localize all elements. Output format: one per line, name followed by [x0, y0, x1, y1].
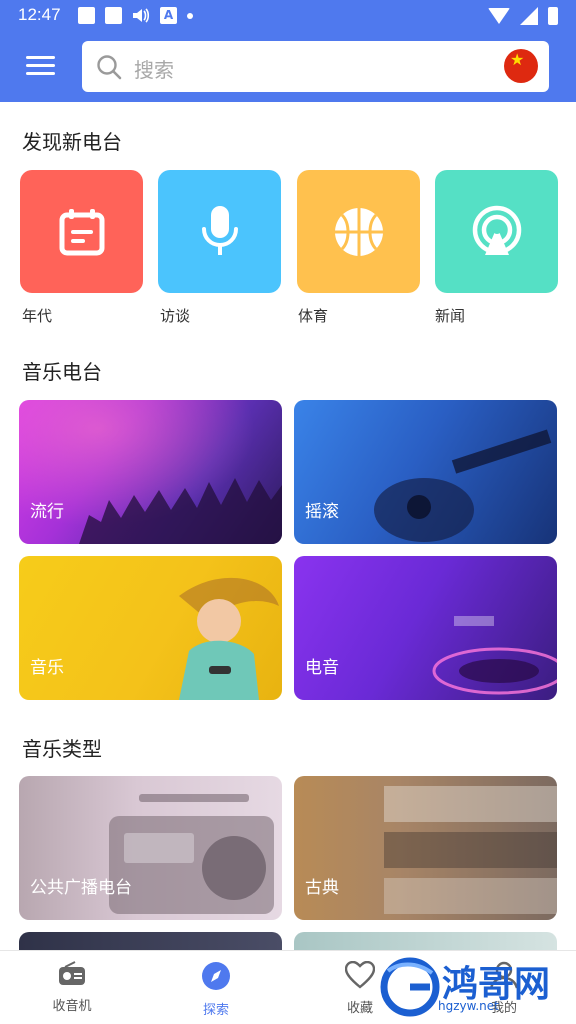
category-sports-label: 体育 — [298, 307, 329, 325]
genre-public-radio-card[interactable]: 公共广播电台 — [19, 776, 282, 920]
dj-turntable-image — [432, 616, 557, 695]
boombox-image — [109, 794, 274, 914]
category-sports[interactable] — [297, 170, 420, 293]
status-system-icons — [488, 7, 558, 25]
nav-explore-label: 探索 — [202, 1003, 229, 1018]
status-time: 12:47 — [18, 5, 61, 24]
menu-icon — [26, 56, 55, 59]
station-pop-card[interactable]: 流行 — [19, 400, 282, 544]
music-types-title: 音乐类型 — [22, 737, 102, 761]
music-radio-title: 音乐电台 — [22, 360, 102, 384]
broadcast-icon — [472, 205, 521, 255]
text-notification-icon: A — [160, 7, 177, 24]
square-notification-icon — [105, 7, 122, 24]
heart-icon — [344, 960, 376, 989]
china-flag-icon[interactable]: ★ — [504, 49, 538, 83]
genre-public-radio-label: 公共广播电台 — [30, 878, 132, 898]
guitar-image — [374, 429, 552, 542]
image-notification-icon — [78, 7, 95, 24]
basketball-icon — [334, 207, 383, 256]
category-interview-label: 访谈 — [160, 307, 191, 325]
wifi-icon — [488, 8, 510, 24]
menu-button[interactable] — [26, 54, 56, 78]
radio-icon — [59, 961, 85, 985]
watermark-url: hgzyw.net — [438, 999, 499, 1013]
microphone-icon — [201, 205, 238, 255]
volume-icon — [133, 8, 150, 23]
woman-listening-image — [179, 577, 279, 700]
nav-explore[interactable]: 探索 — [176, 961, 256, 1018]
station-rock-card[interactable]: 摇滚 — [294, 400, 557, 544]
app-header: 12:47 A 搜索 ★ — [0, 0, 576, 102]
station-electronic-card[interactable]: 电音 — [294, 556, 557, 700]
compass-icon — [202, 962, 230, 990]
station-electronic-label: 电音 — [305, 658, 339, 678]
nav-radio-label: 收音机 — [52, 999, 92, 1014]
station-rock-label: 摇滚 — [305, 502, 339, 522]
search-icon — [97, 55, 122, 80]
status-bar: 12:47 A — [0, 0, 576, 32]
watermark-logo-icon — [380, 957, 440, 1017]
station-music-card[interactable]: 音乐 — [19, 556, 282, 700]
genre-classical-label: 古典 — [305, 878, 339, 898]
signal-icon — [520, 7, 538, 25]
crowd-silhouette-image — [79, 478, 282, 544]
search-placeholder: 搜索 — [134, 58, 174, 82]
station-music-label: 音乐 — [30, 658, 64, 678]
status-notification-icons: A — [78, 7, 193, 24]
nav-radio[interactable]: 收音机 — [32, 961, 112, 1014]
category-era[interactable] — [20, 170, 143, 293]
search-bar[interactable]: 搜索 ★ — [82, 41, 549, 92]
record-shelf-image — [384, 786, 557, 914]
discover-title: 发现新电台 — [22, 130, 122, 154]
more-notifications-dot — [187, 12, 193, 19]
category-interview[interactable] — [158, 170, 281, 293]
battery-icon — [548, 7, 558, 25]
category-news-label: 新闻 — [435, 307, 466, 325]
genre-classical-card[interactable]: 古典 — [294, 776, 557, 920]
station-pop-label: 流行 — [30, 502, 64, 522]
calendar-icon — [59, 208, 104, 255]
category-era-label: 年代 — [22, 307, 53, 325]
site-watermark: 鸿哥网 hgzyw.net — [380, 955, 576, 1024]
category-news[interactable] — [435, 170, 558, 293]
